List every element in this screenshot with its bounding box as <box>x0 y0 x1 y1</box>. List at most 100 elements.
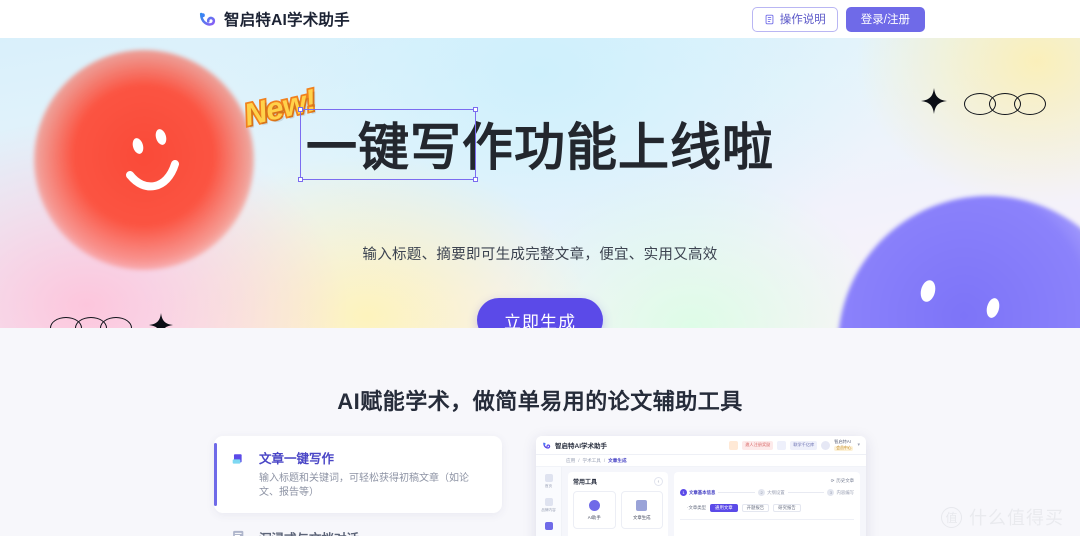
type-option-proposal[interactable]: 开题报告 <box>741 504 770 512</box>
history-label: 历史文章 <box>836 478 854 483</box>
history-articles-button[interactable]: ⟳ 历史文章 <box>831 478 854 484</box>
step-number: 3 <box>827 489 835 496</box>
breadcrumb-item-2: 文章生成 <box>608 457 627 463</box>
features-content: 文章一键写作 输入标题和关键词，可轻松获得初稿文章（如论文、报告等） 沉浸式与文… <box>0 436 1080 536</box>
preview-user-info[interactable]: 智启特AI 会员中心 <box>834 439 854 451</box>
sidebar-item-home[interactable]: 首页 <box>544 474 553 489</box>
three-rings-icon <box>964 92 1046 115</box>
feature-item-document-chat[interactable]: 沉浸式与文档对话 <box>214 513 502 536</box>
doc-icon <box>544 498 553 506</box>
step-number: 1 <box>680 489 687 496</box>
feature-title: 文章一键写作 <box>259 452 335 466</box>
section-title: AI赋能学术，做简单易用的论文辅助工具 <box>337 389 743 414</box>
preview-sidebar: 首页 品牌内容 <box>536 467 562 536</box>
article-icon <box>636 499 648 511</box>
type-option-general[interactable]: 通用文章 <box>710 504 738 512</box>
chat-document-icon <box>231 527 248 536</box>
user-avatar-icon[interactable] <box>821 440 831 450</box>
breadcrumb-item-0[interactable]: 应用 <box>566 458 575 464</box>
step-label: 文章基本信息 <box>689 489 716 495</box>
hero-subtitle: 输入标题、摘要即可生成完整文章，便宜、实用又高效 <box>362 247 718 263</box>
breadcrumb-item-1[interactable]: 学术工具 <box>582 458 600 464</box>
step-label: 大纲设置 <box>767 489 785 495</box>
step-2[interactable]: 2 大纲设置 <box>758 489 785 496</box>
feature-card-article-writing[interactable]: 文章一键写作 输入标题和关键词，可轻松获得初稿文章（如论文、报告等） <box>214 436 502 513</box>
features-list: 文章一键写作 输入标题和关键词，可轻松获得初稿文章（如论文、报告等） 沉浸式与文… <box>214 436 502 536</box>
three-rings-icon <box>50 316 132 328</box>
preview-invite-pill[interactable]: 邀人注册奖励 <box>742 440 774 450</box>
tool-card-label: AI助手 <box>587 514 601 520</box>
preview-breadcrumb: 应用 / 学术工具 / 文章生成 <box>536 455 866 467</box>
operation-guide-button[interactable]: 操作说明 <box>751 6 838 32</box>
chevron-down-icon[interactable]: ▾ <box>857 442 860 448</box>
brand-logo-group[interactable]: 智启特AI学术助手 <box>197 0 350 38</box>
selection-handle-bl[interactable] <box>297 177 303 182</box>
app-preview-screenshot[interactable]: 智启特AI学术助手 邀人注册奖励 联学千亿库 智启特AI 会员中心 ▾ 应用 / <box>536 436 866 536</box>
preview-topbar: 智启特AI学术助手 邀人注册奖励 联学千亿库 智启特AI 会员中心 ▾ <box>536 436 866 455</box>
preview-wizard-header: ⟳ 历史文章 <box>680 478 854 484</box>
brand-swirl-icon <box>197 9 217 29</box>
preview-user-name: 智启特AI <box>834 439 851 444</box>
step-1[interactable]: 1 文章基本信息 <box>680 489 715 496</box>
brand-name: 智启特AI学术助手 <box>224 12 350 29</box>
selection-handle-tl[interactable] <box>297 107 303 112</box>
tool-card-label: 文章生成 <box>632 514 651 520</box>
gift-icon[interactable] <box>729 440 739 450</box>
generate-now-button[interactable]: 立即生成 <box>477 298 603 328</box>
hero-title-block: New! 一键写作 功能上线啦 <box>0 81 1080 182</box>
step-label: 内容编写 <box>836 489 855 495</box>
top-navigation-bar: 智启特AI学术助手 操作说明 登录/注册 <box>0 0 1080 38</box>
preview-tools-panel: 常用工具 ‹ AI助手 文章生成 <box>568 472 668 536</box>
history-icon: ⟳ <box>830 478 835 483</box>
decoration-top-right <box>921 88 1046 119</box>
breadcrumb-sep: / <box>603 458 606 463</box>
type-option-research[interactable]: 研究报告 <box>773 504 801 512</box>
four-point-star-icon <box>921 88 947 119</box>
features-section: AI赋能学术，做简单易用的论文辅助工具 文章一键写作 输入标题和关键词，可轻松获… <box>0 328 1080 536</box>
preview-article-type-field: ·文章类型 通用文章 开题报告 研究报告 <box>680 504 854 512</box>
preview-tools-header: 常用工具 ‹ <box>573 477 663 486</box>
login-register-button[interactable]: 登录/注册 <box>845 6 925 32</box>
feature-card-text: 文章一键写作 输入标题和关键词，可轻松获得初稿文章（如论文、报告等） <box>259 448 488 500</box>
four-point-star-icon <box>149 313 173 328</box>
step-connector <box>718 492 756 493</box>
preview-body: 首页 品牌内容 常用工具 ‹ AI助手 文章生成 ⟳ 历史文章 1 文章基本信息… <box>536 467 866 536</box>
feature-title: 沉浸式与文档对话 <box>259 528 359 536</box>
assistant-icon <box>588 499 600 511</box>
preview-main: 常用工具 ‹ AI助手 文章生成 ⟳ 历史文章 1 文章基本信息 2 大纲设置 … <box>562 467 866 536</box>
tools-icon <box>544 522 553 530</box>
book-write-icon <box>231 450 248 472</box>
selection-handle-tr[interactable] <box>472 107 478 112</box>
brand-swirl-icon <box>542 441 551 450</box>
nav-actions: 操作说明 登录/注册 <box>751 0 925 38</box>
preview-divider <box>680 519 854 520</box>
tool-card-article-generate[interactable]: 文章生成 <box>620 491 663 529</box>
sidebar-item-academic-tools[interactable] <box>544 522 553 530</box>
sidebar-item-brand-content[interactable]: 品牌内容 <box>541 498 556 513</box>
home-icon <box>544 474 553 482</box>
selection-handle-br[interactable] <box>472 177 478 182</box>
preview-steps: 1 文章基本信息 2 大纲设置 3 内容编写 <box>680 489 854 496</box>
hero-title-row: New! 一键写作 功能上线啦 <box>239 81 775 182</box>
sidebar-item-label: 首页 <box>544 484 553 488</box>
field-label: ·文章类型 <box>687 505 707 510</box>
step-3[interactable]: 3 内容编写 <box>827 489 854 496</box>
preview-top-actions: 邀人注册奖励 联学千亿库 智启特AI 会员中心 ▾ <box>729 439 860 451</box>
feature-description: 输入标题和关键词，可轻松获得初稿文章（如论文、报告等） <box>259 473 469 498</box>
text-selection-box[interactable] <box>297 107 478 182</box>
breadcrumb-sep: / <box>578 458 580 463</box>
camera-icon[interactable] <box>777 440 787 450</box>
hero-banner: New! 一键写作 功能上线啦 输入标题、摘要即可生成完整文章，便宜、实用又高效… <box>0 38 1080 328</box>
sidebar-item-label: 品牌内容 <box>541 508 556 512</box>
hero-title-rest: 功能上线啦 <box>514 119 775 178</box>
preview-wizard-panel: ⟳ 历史文章 1 文章基本信息 2 大纲设置 3 内容编写 ·文章类型 通用文章… <box>674 472 860 536</box>
decoration-bottom-left <box>50 313 173 328</box>
preview-user-tag: 会员中心 <box>834 446 854 451</box>
preview-tool-cards: AI助手 文章生成 <box>573 491 663 529</box>
preview-library-pill[interactable]: 联学千亿库 <box>790 440 818 450</box>
tools-panel-title: 常用工具 <box>573 480 598 486</box>
step-connector <box>787 492 825 493</box>
document-icon <box>764 14 775 25</box>
tool-card-ai-assistant[interactable]: AI助手 <box>573 491 616 529</box>
chevron-left-icon[interactable]: ‹ <box>654 477 663 486</box>
